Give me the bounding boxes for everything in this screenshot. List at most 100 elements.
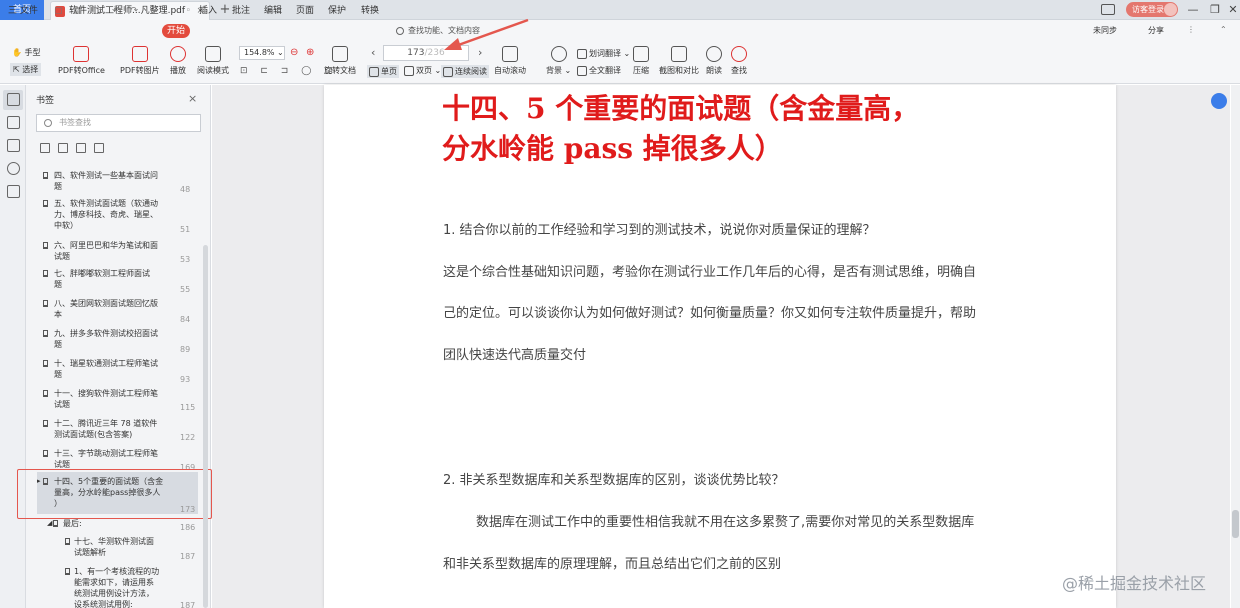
question-2: 2. 非关系型数据库和关系型数据库的区别，谈谈优势比较？ [443, 473, 785, 488]
add-bookmark-icon[interactable] [76, 143, 86, 153]
bookmark-icon [65, 538, 70, 545]
single-page-button[interactable]: 单页 [367, 65, 399, 78]
close-icon[interactable]: ✕ [1222, 0, 1240, 20]
bookmark-icon [43, 450, 48, 457]
rotate-label: 旋转文档 [324, 66, 356, 75]
pdf-to-image-button[interactable]: PDF转图片 [120, 46, 160, 76]
play-label: 播放 [170, 66, 186, 75]
word-translate-button[interactable]: 划词翻译 ⌄ [577, 48, 630, 59]
signature-panel-icon[interactable] [7, 185, 20, 198]
more-icon[interactable]: ⋮ [1187, 25, 1195, 34]
expand-all-icon[interactable] [40, 143, 50, 153]
zoom-in-icon[interactable]: ⊕ [306, 47, 314, 58]
comment-panel-icon[interactable] [7, 139, 20, 152]
zoom-select[interactable]: 154.8% ⌄ [239, 46, 285, 60]
full-translate-button[interactable]: 全文翻译 [577, 65, 621, 76]
bookmark-label: 四、软件测试一些基本面试问 [54, 171, 158, 180]
sidebar-scrollbar[interactable] [203, 245, 208, 608]
read-mode-button[interactable]: 阅读模式 [197, 46, 229, 76]
sync-status[interactable]: 未同步 [1093, 25, 1117, 36]
thumbnail-panel-icon[interactable] [7, 116, 20, 129]
hand-tool[interactable]: ✋ 手型 [12, 47, 41, 58]
tab-options-icon[interactable]: ◦ [186, 2, 191, 20]
auto-scroll-icon [502, 46, 518, 62]
compress-icon [633, 46, 649, 62]
share-button[interactable]: 分享 [1148, 25, 1164, 36]
fit-and-shape-tools[interactable]: ⊡ ⊏ ⊐ ◯ ▢ [240, 66, 338, 76]
rotate-document-button[interactable]: 旋转文档 [324, 46, 356, 76]
find-button[interactable]: 查找 [731, 46, 747, 76]
read-aloud-label: 朗读 [706, 66, 722, 75]
bookmark-label: 统测试用例设计方法， [74, 589, 154, 598]
next-page-icon[interactable]: › [478, 46, 482, 59]
bookmark-label: 九、拼多多软件测试校招面试 [54, 329, 158, 338]
sidebar-close-icon[interactable]: × [188, 92, 197, 105]
window-layout-icon[interactable] [1101, 4, 1115, 15]
bookmark-label: 题 [54, 280, 62, 289]
read-mode-label: 阅读模式 [197, 66, 229, 75]
bookmark-page-number: 53 [180, 255, 191, 264]
menu-start[interactable]: 开始 [162, 24, 190, 38]
page-current: 173 [407, 48, 425, 58]
continuous-read-button[interactable]: 连续阅读 [441, 65, 489, 78]
collapse-ribbon-icon[interactable]: ⌃ [1220, 25, 1227, 34]
menu-page[interactable]: 页面 [296, 3, 314, 19]
screenshot-compare-button[interactable]: 截图和对比 [659, 46, 699, 76]
auto-scroll-button[interactable]: 自动滚动 [494, 46, 526, 76]
translate-icon [577, 48, 587, 59]
menu-convert[interactable]: 转换 [361, 3, 379, 19]
guest-login-label: 访客登录 [1132, 5, 1164, 14]
bookmark-page-number: 89 [180, 345, 191, 354]
play-button[interactable]: 播放 [170, 46, 186, 76]
full-translate-icon [577, 65, 587, 76]
avatar-icon [1164, 3, 1177, 16]
bookmark-label: 十三、字节跳动测试工程师笔 [54, 449, 158, 458]
double-page-button[interactable]: 双页 ⌄ [404, 65, 441, 76]
pdf-to-office-button[interactable]: PDF转Office [58, 46, 105, 76]
menu-protect[interactable]: 保护 [328, 3, 346, 19]
compress-button[interactable]: 压缩 [633, 46, 649, 76]
word-translate-label: 划词翻译 [589, 49, 621, 58]
guest-login-button[interactable]: 访客登录 [1126, 2, 1178, 17]
menu-insert[interactable]: 插入 [199, 3, 217, 19]
bookmark-icon [65, 568, 70, 575]
double-page-label: 双页 [416, 66, 432, 75]
menu-edit[interactable]: 编辑 [264, 3, 282, 19]
floating-tool-icon[interactable] [1211, 93, 1227, 109]
speaker-icon [706, 46, 722, 62]
bookmark-icon [53, 520, 58, 527]
menu-file[interactable]: 三 文件 [8, 3, 38, 19]
attachment-panel-icon[interactable] [7, 162, 20, 175]
bookmark-icon [43, 200, 48, 207]
bookmark-search-input[interactable]: 书签查找 [36, 114, 201, 132]
background-button[interactable]: 背景 ⌄ [546, 46, 571, 76]
bookmark-label: 十七、华测软件测试面 [74, 537, 154, 546]
book-icon [205, 46, 221, 62]
moon-icon [550, 46, 567, 62]
select-tool[interactable]: ⇱ 选择 [10, 63, 42, 76]
bookmark-icon [43, 172, 48, 179]
answer-1-line1: 这是个综合性基础知识问题，考验你在测试行业工作几年后的心得，是否有测试思维，明确… [443, 265, 977, 280]
pdf-to-image-label: PDF转图片 [120, 66, 160, 75]
delete-bookmark-icon[interactable] [94, 143, 104, 153]
minimize-icon[interactable]: — [1182, 0, 1204, 20]
zoom-out-icon[interactable]: ⊖ [290, 47, 298, 58]
search-input[interactable]: 查找功能、文档内容 [396, 24, 486, 38]
single-page-icon [369, 66, 379, 77]
bookmark-page-number: 84 [180, 315, 191, 324]
page-number-input[interactable]: 173/236 [383, 45, 469, 61]
bookmark-page-number: 122 [180, 433, 196, 442]
pdf-to-office-label: PDF转Office [58, 66, 105, 75]
document-scrollbar-thumb[interactable] [1232, 510, 1239, 538]
bookmark-panel-icon[interactable] [7, 93, 20, 106]
bookmark-icon [43, 420, 48, 427]
quick-access-icons[interactable]: ▢ ▤ ▢ ↶ ↷ ⌄ [54, 3, 160, 19]
menu-annotate[interactable]: 批注 [232, 3, 250, 19]
expand-arrow-icon[interactable]: ◢ [47, 518, 52, 529]
prev-page-icon[interactable]: ‹ [371, 46, 375, 59]
read-aloud-button[interactable]: 朗读 [706, 46, 722, 76]
collapse-all-icon[interactable] [58, 143, 68, 153]
watermark: @稀土掘金技术社区 [1062, 574, 1207, 593]
bookmark-label: 能需求如下，请运用系 [74, 578, 154, 587]
bookmark-label: 十二、腾讯近三年 78 道软件 [54, 419, 158, 428]
